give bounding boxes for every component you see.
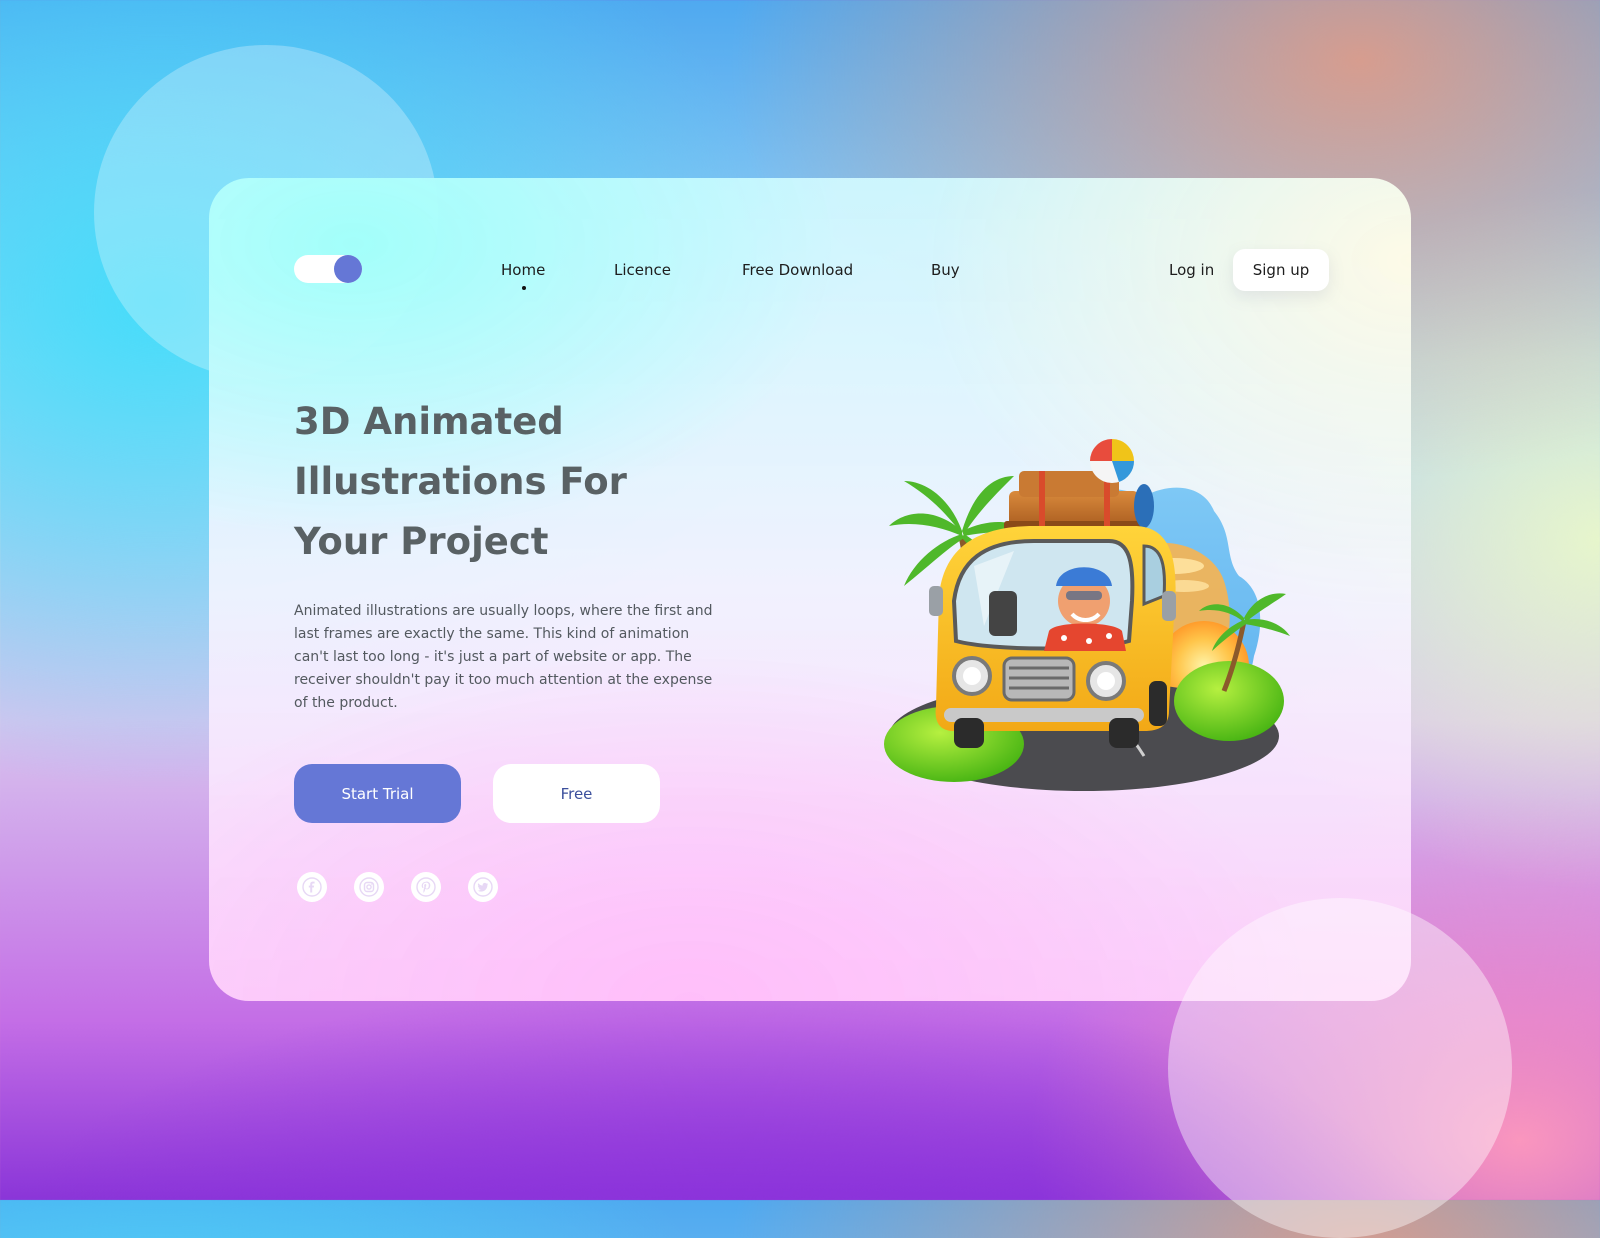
pinterest-icon[interactable] <box>411 872 441 902</box>
instagram-icon[interactable] <box>354 872 384 902</box>
nav-buy[interactable]: Buy <box>931 261 960 279</box>
hero-title-line: Illustrations For <box>294 460 627 503</box>
hero-title: 3D Animated Illustrations For Your Proje… <box>294 392 714 572</box>
facebook-icon[interactable] <box>297 872 327 902</box>
nav-active-indicator <box>522 286 526 290</box>
twitter-icon[interactable] <box>468 872 498 902</box>
toggle-knob <box>334 255 362 283</box>
login-link[interactable]: Log in <box>1169 261 1214 279</box>
hero-description: Animated illustrations are usually loops… <box>294 603 713 711</box>
hero-title-line: 3D Animated <box>294 400 564 443</box>
nav-free-download[interactable]: Free Download <box>742 261 853 279</box>
theme-toggle[interactable] <box>294 255 362 283</box>
signup-button[interactable]: Sign up <box>1233 249 1329 291</box>
nav-home[interactable]: Home <box>501 261 545 279</box>
free-button[interactable]: Free <box>493 764 660 823</box>
decorative-bubble-bottom <box>1168 898 1512 1238</box>
start-trial-button[interactable]: Start Trial <box>294 764 461 823</box>
hero-card: Home Licence Free Download Buy Log in Si… <box>209 178 1411 1001</box>
nav-licence[interactable]: Licence <box>614 261 671 279</box>
bus-illustration <box>884 439 1290 791</box>
hero-title-line: Your Project <box>294 520 549 563</box>
